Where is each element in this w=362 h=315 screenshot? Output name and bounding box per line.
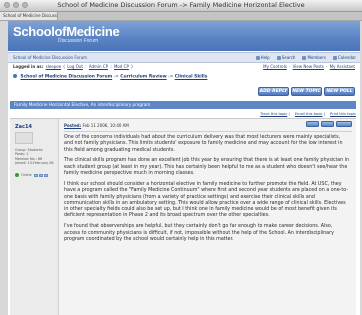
breadcrumb-clinical-skills[interactable]: Clinical Skills <box>175 75 208 80</box>
report-button[interactable] <box>306 121 319 127</box>
nav-members[interactable]: Members <box>302 53 326 62</box>
my-assistant-link[interactable]: My Assistant <box>330 64 355 69</box>
site-logo[interactable]: SchoolofMedicine <box>13 24 120 39</box>
my-controls-link[interactable]: My Controls <box>263 64 287 69</box>
calendar-icon <box>333 55 337 60</box>
print-topic-link[interactable]: Print this topic <box>330 112 356 116</box>
edit-button[interactable] <box>321 121 334 127</box>
track-topic-link[interactable]: Track this topic <box>260 112 287 116</box>
author-status: Online <box>15 173 48 177</box>
post-body: Posted: Feb 11 2006, 10:40 AM One of the… <box>64 119 352 315</box>
avatar <box>15 132 33 144</box>
login-prefix: Logged in as: <box>13 64 44 69</box>
posted-label: Posted: <box>64 123 82 128</box>
email-topic-link[interactable]: Email this topic <box>295 112 323 116</box>
web-page: SchoolofMedicine Discussion Forum School… <box>8 21 360 315</box>
admin-cp-link[interactable]: Admin CP <box>89 64 108 69</box>
post-author-name[interactable]: Zac14 <box>15 124 32 130</box>
navbar-menu: Help Search Members Calendar <box>255 53 356 62</box>
logout-link[interactable]: Log Out <box>67 64 83 69</box>
members-icon <box>302 55 307 60</box>
nav-search[interactable]: Search <box>276 53 295 62</box>
login-status: Logged in as: sleepee ( Log Out : Admin … <box>13 64 133 69</box>
browser-tab[interactable]: School of Medicine Discuss <box>0 12 58 20</box>
post-paragraph: The clinical skills program has done an … <box>64 158 350 177</box>
thread-title: Family Medicine Horizontal Elective, An … <box>10 101 356 109</box>
forum-post: Zac14 Group: Students Posts: 1 Member No… <box>10 118 356 315</box>
quote-button[interactable] <box>336 121 352 127</box>
mod-cp-link[interactable]: Mod CP <box>114 64 129 69</box>
email-icon[interactable] <box>43 173 48 177</box>
breadcrumb-curriculum[interactable]: Curriculum Review <box>120 75 166 80</box>
forum-navbar: School of Medicine Discussion Forum Help… <box>8 52 360 63</box>
author-info: Group: Students Posts: 1 Member No.: 66 … <box>15 148 54 166</box>
thread-action-buttons: ADD REPLY NEW TOPIC NEW POLL <box>258 87 355 96</box>
help-icon <box>255 55 260 60</box>
add-reply-button[interactable]: ADD REPLY <box>258 87 289 96</box>
nav-help[interactable]: Help <box>255 53 270 62</box>
message-icon[interactable] <box>38 173 43 177</box>
breadcrumb-forum[interactable]: School of Medicine Discussion Forum <box>20 75 112 80</box>
post-paragraph: One of the concerns individuals had abou… <box>64 135 343 153</box>
post-content: One of the concerns individuals had abou… <box>64 135 350 248</box>
search-icon <box>276 55 281 60</box>
site-banner: SchoolofMedicine Discussion Forum <box>8 21 360 51</box>
divider <box>64 131 352 132</box>
username-link[interactable]: sleepee <box>46 64 62 69</box>
browser-window: School of Medicine Discussion Forum -> F… <box>0 0 362 315</box>
post-date: Feb 11 2006, 10:40 AM <box>82 123 129 128</box>
nav-calendar[interactable]: Calendar <box>333 53 356 62</box>
title-bar: School of Medicine Discussion Forum -> F… <box>0 0 362 12</box>
post-action-buttons <box>306 121 352 127</box>
status-text: Online <box>21 173 32 177</box>
post-paragraph: I think our school should consider a hor… <box>64 181 349 219</box>
post-author-panel: Zac14 Group: Students Posts: 1 Member No… <box>10 119 59 315</box>
new-topic-button[interactable]: NEW TOPIC <box>291 87 322 96</box>
new-poll-button[interactable]: NEW POLL <box>324 87 355 96</box>
navbar-forum-name[interactable]: School of Medicine Discussion Forum <box>13 53 87 62</box>
site-subtitle: Discussion Forum <box>58 38 99 44</box>
login-bar: Logged in as: sleepee ( Log Out : Admin … <box>8 63 360 71</box>
tab-strip: School of Medicine Discuss <box>0 12 362 21</box>
window-title: School of Medicine Discussion Forum -> F… <box>57 1 305 9</box>
breadcrumb: School of Medicine Discussion Forum -> C… <box>13 74 207 80</box>
profile-icon[interactable] <box>33 173 38 177</box>
user-links: My Controls · View New Posts · My Assist… <box>263 64 355 69</box>
online-status-icon <box>15 173 19 177</box>
post-paragraph: I've found that observerships are helpfu… <box>64 224 334 242</box>
view-new-posts-link[interactable]: View New Posts <box>293 64 324 69</box>
forum-bullet-icon <box>13 74 17 78</box>
contact-icons <box>33 173 48 177</box>
topic-options: Track this topic | Email this topic | Pr… <box>260 112 356 116</box>
